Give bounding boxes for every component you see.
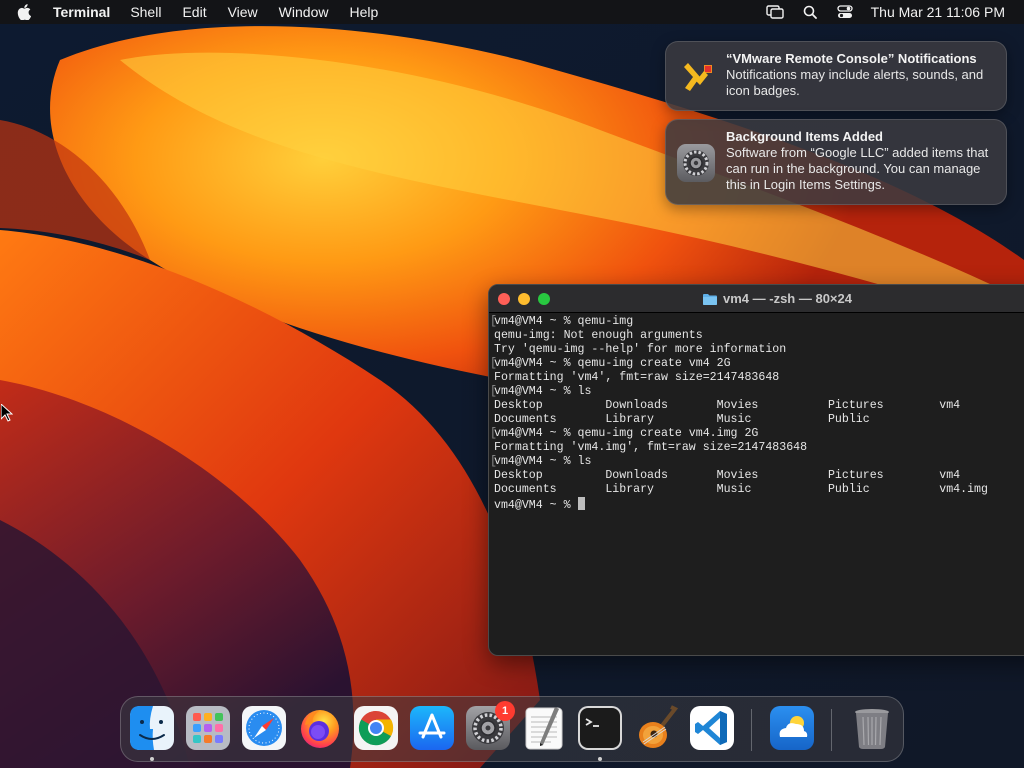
terminal-line-text: vm4@VM4 ~ % ls [494, 385, 592, 398]
running-indicator [150, 757, 154, 761]
firefox-icon [301, 710, 339, 748]
dock-textedit[interactable] [521, 705, 567, 751]
terminal-line-text: Formatting 'vm4', fmt=raw size=214748364… [494, 371, 780, 384]
dock-safari[interactable] [241, 705, 287, 751]
terminal-line-text: vm4@VM4 ~ % ls [494, 455, 592, 468]
terminal-line: Desktop Downloads Movies Pictures vm4 [494, 399, 1024, 413]
terminal-line: [vm4@VM4 ~ % qemu-img create vm4.img 2G [490, 427, 1024, 441]
spotlight-search-icon[interactable] [801, 4, 819, 20]
app-store-icon [410, 706, 454, 750]
terminal-icon [578, 706, 622, 750]
close-window-button[interactable] [498, 293, 510, 305]
weather-icon [770, 706, 814, 750]
prompt-mark: [ [490, 357, 497, 370]
menu-shell[interactable]: Shell [130, 4, 161, 20]
prompt-mark: [ [490, 427, 497, 440]
terminal-line: [vm4@VM4 ~ % qemu-img create vm4 2G [490, 357, 1024, 371]
system-settings-gear-icon [677, 144, 715, 182]
terminal-line: [vm4@VM4 ~ % ls [490, 455, 1024, 469]
terminal-line: Documents Library Music Public [494, 413, 1024, 427]
apple-menu-icon[interactable] [17, 4, 37, 20]
vmware-remote-console-icon [684, 63, 712, 91]
notification-background-items[interactable]: Background Items Added Software from “Go… [665, 119, 1007, 205]
terminal-line-text: vm4@VM4 ~ % qemu-img create vm4.img 2G [494, 427, 759, 440]
terminal-line: Try 'qemu-img --help' for more informati… [494, 343, 1024, 357]
terminal-line: [vm4@VM4 ~ % ls [490, 385, 1024, 399]
prompt-mark: [ [490, 455, 497, 468]
mouse-pointer-icon [1, 404, 13, 422]
terminal-line-text: Desktop Downloads Movies Pictures vm4 [494, 469, 961, 482]
menu-app-terminal[interactable]: Terminal [53, 4, 110, 20]
vscode-icon [690, 706, 734, 750]
terminal-prompt: vm4@VM4 ~ % [494, 499, 578, 512]
control-center-icon[interactable] [836, 4, 854, 20]
terminal-line-text: Try 'qemu-img --help' for more informati… [494, 343, 787, 356]
finder-icon [130, 706, 174, 750]
textedit-icon [525, 707, 563, 750]
terminal-prompt-line[interactable]: vm4@VM4 ~ % [494, 497, 1024, 512]
terminal-line: Desktop Downloads Movies Pictures vm4 [494, 469, 1024, 483]
menu-window[interactable]: Window [279, 4, 329, 20]
terminal-cursor [577, 497, 585, 510]
notification-body: Software from “Google LLC” added items t… [726, 145, 989, 192]
terminal-line: Formatting 'vm4', fmt=raw size=214748364… [494, 371, 1024, 385]
minimize-window-button[interactable] [518, 293, 530, 305]
launchpad-icon [186, 706, 230, 750]
notification-badge: 1 [495, 701, 515, 721]
menu-help[interactable]: Help [349, 4, 378, 20]
terminal-line-text: Desktop Downloads Movies Pictures vm4 [494, 399, 961, 412]
dock: 1 [120, 696, 904, 762]
garageband-icon [639, 705, 679, 748]
terminal-title-text: vm4 — -zsh — 80×24 [723, 291, 852, 306]
trash-icon [855, 709, 889, 749]
dock-chrome[interactable] [353, 705, 399, 751]
dock-garageband[interactable] [633, 705, 679, 751]
menu-edit[interactable]: Edit [182, 4, 206, 20]
terminal-titlebar[interactable]: vm4 — -zsh — 80×24 [489, 285, 1024, 313]
dock-launchpad[interactable] [185, 705, 231, 751]
terminal-line-text: Documents Library Music Public [494, 413, 870, 426]
terminal-line: Documents Library Music Public vm4.img [494, 483, 1024, 497]
folder-icon [703, 293, 717, 305]
menu-view[interactable]: View [228, 4, 258, 20]
notification-title: “VMware Remote Console” Notifications [726, 51, 977, 66]
terminal-line-text: Documents Library Music Public vm4.img [494, 483, 988, 496]
terminal-line: [vm4@VM4 ~ % qemu-img [490, 315, 1024, 329]
notification-vmware[interactable]: “VMware Remote Console” Notifications No… [665, 41, 1007, 111]
dock-separator [751, 709, 752, 751]
terminal-line: qemu-img: Not enough arguments [494, 329, 1024, 343]
dock-vscode[interactable] [689, 705, 735, 751]
screen-mirroring-icon[interactable] [765, 4, 784, 20]
terminal-output[interactable]: [vm4@VM4 ~ % qemu-img qemu-img: Not enoug… [489, 314, 1024, 512]
terminal-line-text: vm4@VM4 ~ % qemu-img create vm4 2G [494, 357, 731, 370]
menu-bar-clock[interactable]: Thu Mar 21 11:06 PM [871, 4, 1005, 20]
dock-weather[interactable] [769, 705, 815, 751]
notification-title: Background Items Added [726, 129, 883, 144]
menu-bar: Terminal Shell Edit View Window Help Thu… [0, 0, 1024, 24]
terminal-line-text: qemu-img: Not enough arguments [494, 329, 703, 342]
notification-body: Notifications may include alerts, sounds… [726, 67, 984, 98]
dock-separator [831, 709, 832, 751]
terminal-line: Formatting 'vm4.img', fmt=raw size=21474… [494, 441, 1024, 455]
dock-system-settings[interactable]: 1 [465, 701, 515, 751]
terminal-title: vm4 — -zsh — 80×24 [703, 291, 852, 306]
dock-trash[interactable] [849, 705, 895, 751]
dock-finder[interactable] [129, 705, 175, 751]
prompt-mark: [ [490, 315, 497, 328]
dock-terminal[interactable] [577, 705, 623, 751]
safari-icon [242, 706, 286, 750]
terminal-window[interactable]: vm4 — -zsh — 80×24 [vm4@VM4 ~ % qemu-img… [488, 284, 1024, 656]
dock-firefox[interactable] [297, 705, 343, 751]
running-indicator [598, 757, 602, 761]
dock-app-store[interactable] [409, 705, 455, 751]
terminal-line-text: vm4@VM4 ~ % qemu-img [494, 315, 634, 328]
terminal-line-text: Formatting 'vm4.img', fmt=raw size=21474… [494, 441, 808, 454]
chrome-icon [354, 706, 398, 750]
menu-bar-status-area: Thu Mar 21 11:06 PM [765, 0, 1024, 24]
maximize-window-button[interactable] [538, 293, 550, 305]
prompt-mark: [ [490, 385, 497, 398]
